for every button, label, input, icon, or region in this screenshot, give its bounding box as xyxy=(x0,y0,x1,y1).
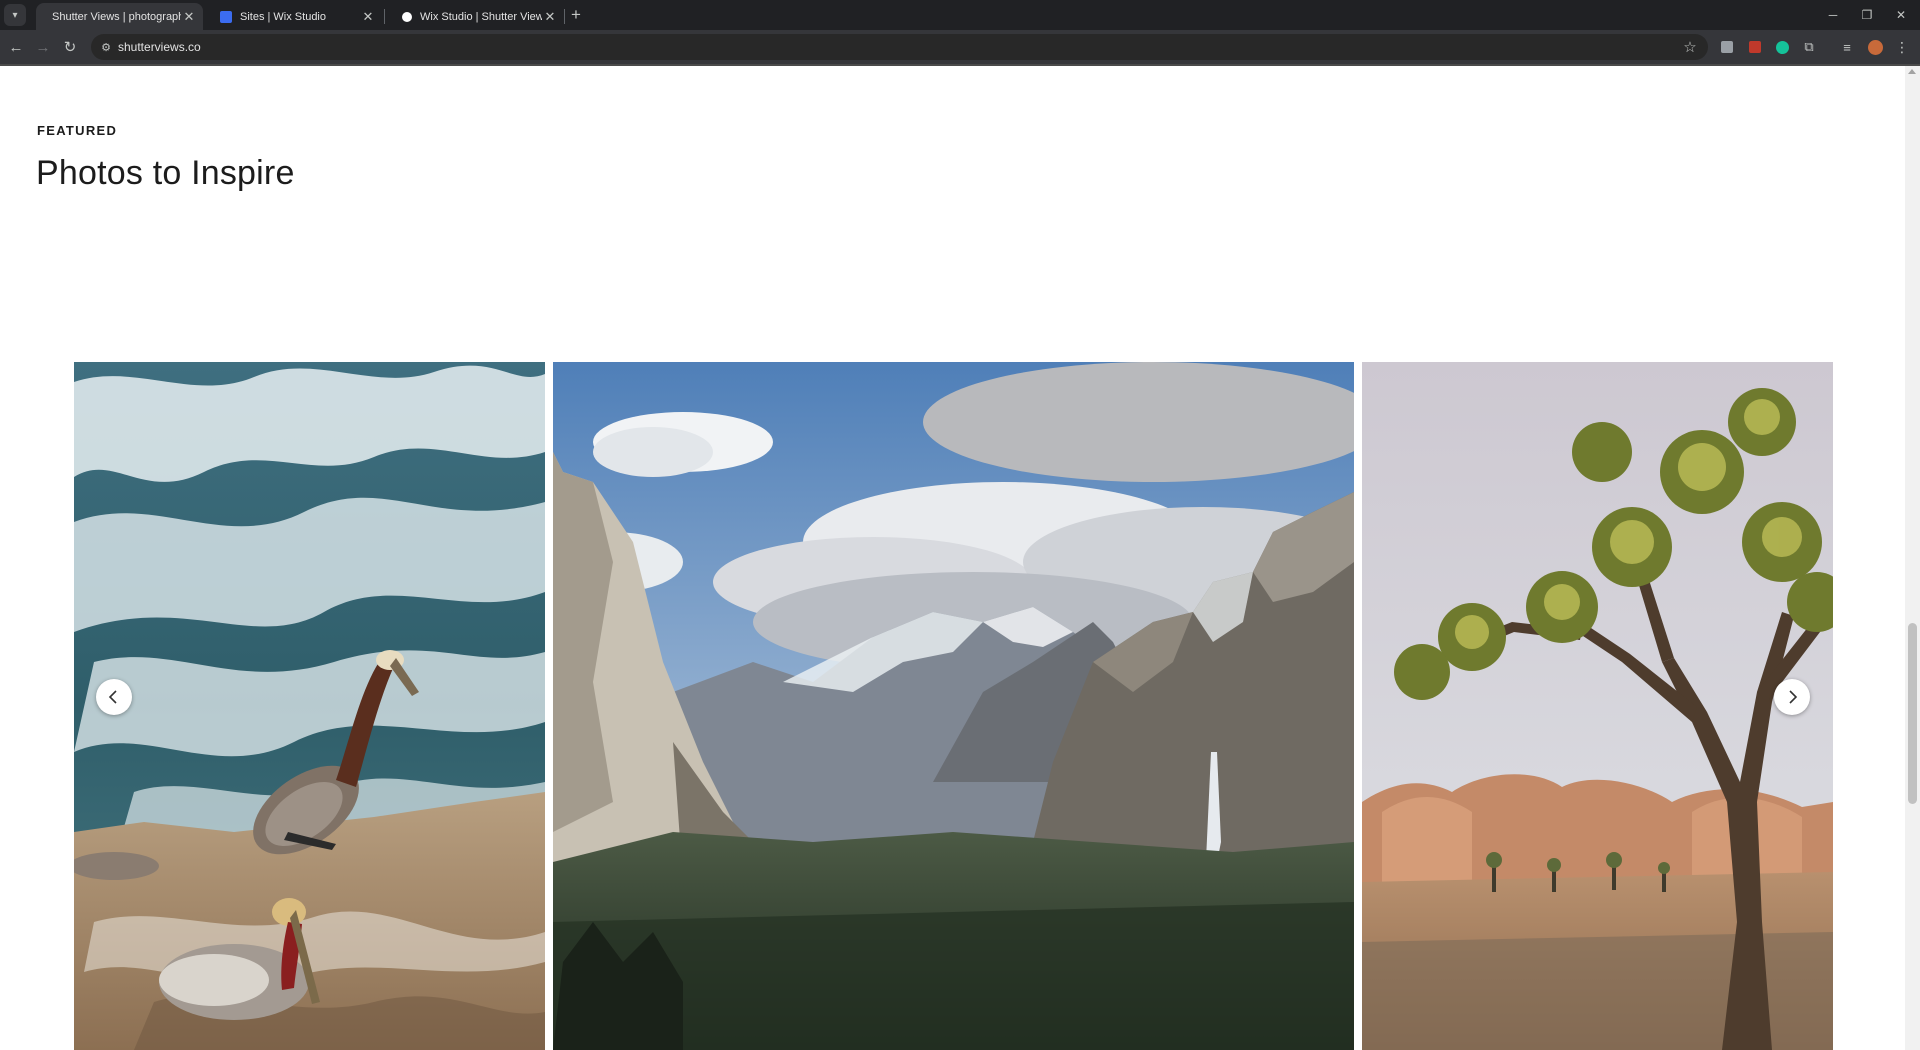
media-queue-icon: ≡ xyxy=(1843,39,1851,55)
back-button[interactable]: ← xyxy=(5,36,27,58)
tab-separator xyxy=(564,9,565,24)
gallery-photo-pelicans[interactable] xyxy=(74,362,545,1050)
reload-icon: ↻ xyxy=(63,39,77,56)
plus-icon: + xyxy=(571,5,581,24)
scroll-up-arrow-icon[interactable] xyxy=(1908,69,1916,74)
star-icon: ☆ xyxy=(1683,39,1697,56)
gallery-photo-joshua-tree[interactable] xyxy=(1362,362,1833,1050)
chevron-right-icon xyxy=(1789,690,1798,704)
address-bar[interactable]: ⚙ shutterviews.co ☆ xyxy=(91,34,1708,60)
bookmark-button[interactable]: ☆ xyxy=(1680,37,1700,57)
reload-button[interactable]: ↻ xyxy=(59,36,81,58)
yosemite-valley-photo xyxy=(553,362,1354,1050)
avatar xyxy=(1867,39,1883,55)
tune-icon: ⚙ xyxy=(101,41,111,54)
tab-title: Sites | Wix Studio xyxy=(240,10,326,23)
gallery-photo-yosemite[interactable] xyxy=(553,362,1354,1050)
extension-button[interactable] xyxy=(1717,37,1737,57)
tab-wix-studio-shutter-views[interactable]: Wix Studio | Shutter Views ✕ xyxy=(386,3,564,30)
chevron-down-icon: ▾ xyxy=(12,9,18,21)
wix-studio-favicon-icon xyxy=(402,11,412,22)
pelicans-on-coastal-rock-photo xyxy=(74,362,545,1050)
close-tab-icon[interactable]: ✕ xyxy=(542,9,558,25)
close-window-button[interactable]: ✕ xyxy=(1884,0,1918,30)
restore-button[interactable]: ❐ xyxy=(1850,0,1884,30)
page-scrollbar[interactable] xyxy=(1905,66,1920,1050)
chrome-menu-button[interactable]: ⋮ xyxy=(1892,37,1912,57)
section-eyebrow: FEATURED xyxy=(37,123,118,138)
site-info-button[interactable]: ⚙ xyxy=(98,39,114,55)
grammarly-icon xyxy=(1775,40,1789,54)
extension-square-icon xyxy=(1721,41,1733,53)
restore-icon: ❐ xyxy=(1861,8,1873,22)
tab-title: Wix Studio | Shutter Views xyxy=(420,10,542,23)
extension-badge-icon xyxy=(1749,41,1761,53)
arrow-left-icon: ← xyxy=(8,38,24,56)
tab-shutter-views[interactable]: Shutter Views | photography b ✕ xyxy=(36,3,203,30)
arrow-right-icon: → xyxy=(35,38,51,56)
extensions-menu-button[interactable]: ⧉ xyxy=(1799,37,1819,57)
tab-title: Shutter Views | photography b xyxy=(52,10,181,23)
extension-button[interactable] xyxy=(1745,37,1765,57)
minimize-icon: ─ xyxy=(1828,8,1838,22)
puzzle-icon: ⧉ xyxy=(1804,39,1814,54)
tab-separator xyxy=(384,9,385,24)
section-title: Photos to Inspire xyxy=(36,154,295,192)
new-tab-button[interactable]: + xyxy=(566,5,586,25)
tab-sites-wix-studio[interactable]: Sites | Wix Studio ✕ xyxy=(204,3,382,30)
forward-button[interactable]: → xyxy=(32,36,54,58)
scrollbar-thumb[interactable] xyxy=(1908,623,1917,804)
media-controls-button[interactable]: ≡ xyxy=(1837,37,1857,57)
close-icon: ✕ xyxy=(1895,8,1907,22)
wix-favicon-icon xyxy=(220,10,232,23)
profile-button[interactable] xyxy=(1865,37,1885,57)
minimize-button[interactable]: ─ xyxy=(1816,0,1850,30)
more-vert-icon: ⋮ xyxy=(1895,38,1909,55)
close-tab-icon[interactable]: ✕ xyxy=(181,9,197,25)
gallery-prev-button[interactable] xyxy=(96,679,132,715)
joshua-tree-desert-photo xyxy=(1362,362,1833,1050)
grammarly-button[interactable] xyxy=(1772,37,1792,57)
browser-tabstrip: ▾ Shutter Views | photography b ✕ Sites … xyxy=(0,0,1920,30)
tab-search-button[interactable]: ▾ xyxy=(4,4,26,26)
gallery-next-button[interactable] xyxy=(1774,679,1810,715)
close-tab-icon[interactable]: ✕ xyxy=(360,9,376,25)
url-text[interactable]: shutterviews.co xyxy=(118,34,201,60)
chevron-left-icon xyxy=(108,690,117,704)
browser-toolbar: ← → ↻ ⚙ shutterviews.co ☆ ⧉ ≡ ⋮ xyxy=(0,30,1920,64)
